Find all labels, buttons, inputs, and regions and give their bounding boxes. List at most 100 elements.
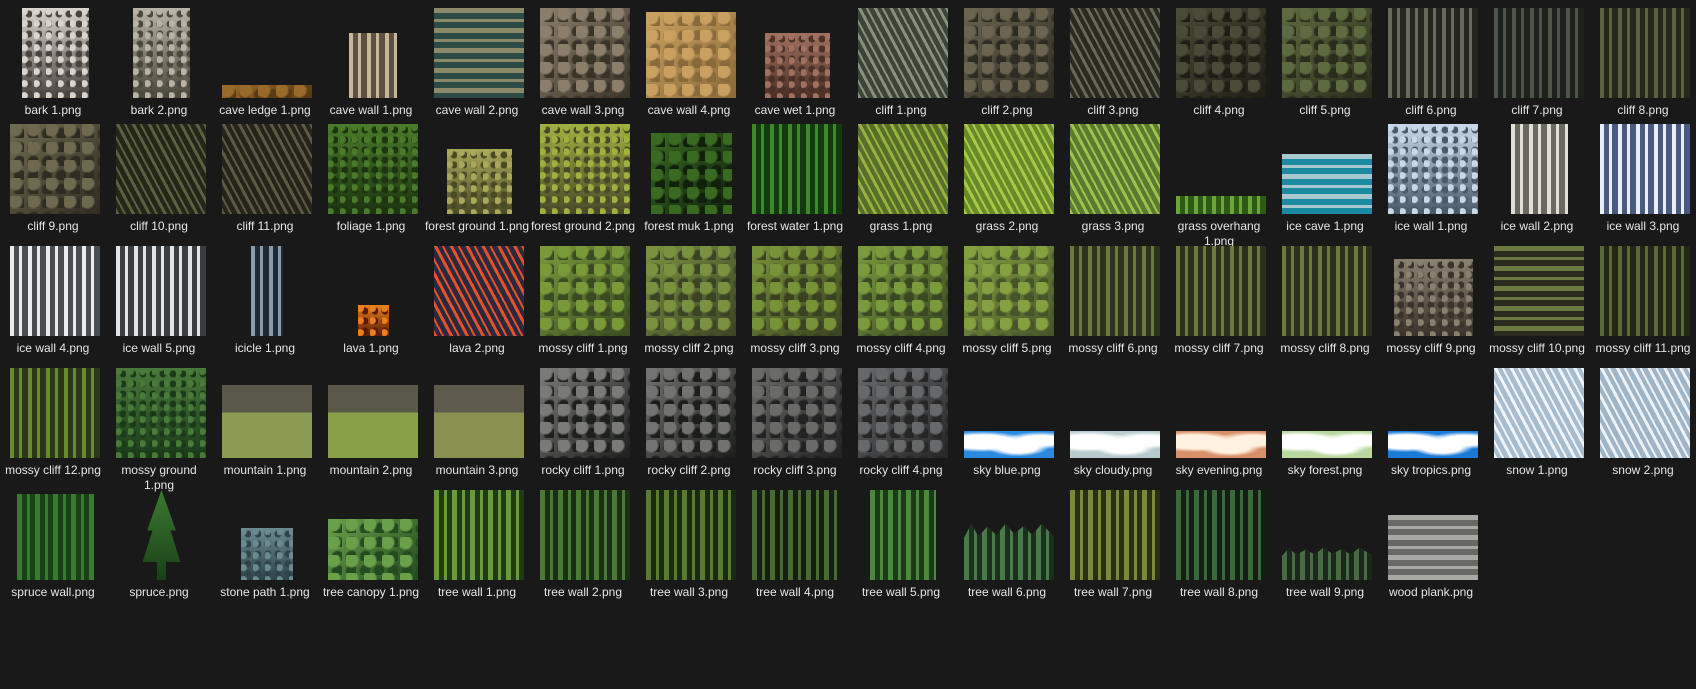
file-item[interactable]: grass 3.png bbox=[1060, 124, 1166, 248]
file-name-label: tree wall 9.png bbox=[1285, 585, 1365, 599]
file-item[interactable]: lava 2.png bbox=[424, 246, 530, 370]
thumbnail-frame bbox=[1600, 124, 1690, 214]
file-item[interactable]: tree wall 7.png bbox=[1060, 490, 1166, 614]
file-item[interactable]: cave wall 3.png bbox=[530, 8, 636, 132]
file-item[interactable]: ice wall 1.png bbox=[1378, 124, 1484, 248]
file-item[interactable]: mossy cliff 4.png bbox=[848, 246, 954, 370]
file-item[interactable]: forest muk 1.png bbox=[636, 124, 742, 248]
file-item[interactable]: tree wall 5.png bbox=[848, 490, 954, 614]
file-item[interactable]: mossy cliff 7.png bbox=[1166, 246, 1272, 370]
file-item[interactable]: mossy ground 1.png bbox=[106, 368, 212, 492]
thumbnail-frame bbox=[646, 124, 736, 214]
file-item[interactable]: forest ground 1.png bbox=[424, 124, 530, 248]
file-item[interactable]: cliff 1.png bbox=[848, 8, 954, 132]
file-name-label: sky blue.png bbox=[973, 463, 1041, 477]
tree-texture-icon bbox=[142, 490, 181, 580]
file-item[interactable]: mossy cliff 8.png bbox=[1272, 246, 1378, 370]
file-item[interactable]: grass 2.png bbox=[954, 124, 1060, 248]
file-item[interactable]: cliff 11.png bbox=[212, 124, 318, 248]
file-item[interactable]: bark 2.png bbox=[106, 8, 212, 132]
file-item[interactable]: rocky cliff 4.png bbox=[848, 368, 954, 492]
file-item[interactable]: rocky cliff 2.png bbox=[636, 368, 742, 492]
file-item[interactable]: cave wall 1.png bbox=[318, 8, 424, 132]
file-item[interactable]: snow 1.png bbox=[1484, 368, 1590, 492]
file-item[interactable]: tree wall 1.png bbox=[424, 490, 530, 614]
file-item[interactable]: cave wall 2.png bbox=[424, 8, 530, 132]
file-item[interactable]: ice wall 4.png bbox=[0, 246, 106, 370]
file-item[interactable]: sky evening.png bbox=[1166, 368, 1272, 492]
file-item[interactable]: ice wall 3.png bbox=[1590, 124, 1696, 248]
file-item[interactable]: mossy cliff 5.png bbox=[954, 246, 1060, 370]
file-item[interactable]: mossy cliff 3.png bbox=[742, 246, 848, 370]
file-item[interactable]: bark 1.png bbox=[0, 8, 106, 132]
file-name-label: rocky cliff 3.png bbox=[753, 463, 837, 477]
file-item[interactable]: cliff 9.png bbox=[0, 124, 106, 248]
sky-texture-icon bbox=[1282, 431, 1372, 458]
file-name-label: mossy cliff 2.png bbox=[644, 341, 734, 355]
file-item[interactable]: cliff 4.png bbox=[1166, 8, 1272, 132]
file-item[interactable]: mountain 2.png bbox=[318, 368, 424, 492]
file-item[interactable]: ice cave 1.png bbox=[1272, 124, 1378, 248]
thumbnail-frame bbox=[116, 8, 206, 98]
thumbnail-frame bbox=[1494, 246, 1584, 336]
file-item[interactable]: tree wall 9.png bbox=[1272, 490, 1378, 614]
file-item[interactable]: spruce wall.png bbox=[0, 490, 106, 614]
thumbnail-frame bbox=[1070, 246, 1160, 336]
file-item[interactable]: mountain 1.png bbox=[212, 368, 318, 492]
file-item[interactable]: ice wall 2.png bbox=[1484, 124, 1590, 248]
file-item[interactable]: sky cloudy.png bbox=[1060, 368, 1166, 492]
tree-texture-icon bbox=[964, 524, 1054, 580]
file-item[interactable]: mossy cliff 12.png bbox=[0, 368, 106, 492]
file-item[interactable]: tree wall 4.png bbox=[742, 490, 848, 614]
file-item[interactable]: cave ledge 1.png bbox=[212, 8, 318, 132]
file-item[interactable]: cliff 8.png bbox=[1590, 8, 1696, 132]
file-item[interactable]: tree wall 3.png bbox=[636, 490, 742, 614]
file-item[interactable]: icicle 1.png bbox=[212, 246, 318, 370]
file-item[interactable]: mountain 3.png bbox=[424, 368, 530, 492]
file-item[interactable]: sky tropics.png bbox=[1378, 368, 1484, 492]
file-item[interactable]: mossy cliff 6.png bbox=[1060, 246, 1166, 370]
file-item[interactable]: mossy cliff 2.png bbox=[636, 246, 742, 370]
file-name-label: ice wall 2.png bbox=[1500, 219, 1574, 233]
file-item[interactable]: mossy cliff 9.png bbox=[1378, 246, 1484, 370]
file-item[interactable]: cliff 6.png bbox=[1378, 8, 1484, 132]
file-item[interactable]: grass overhang 1.png bbox=[1166, 124, 1272, 248]
file-item[interactable]: mossy cliff 10.png bbox=[1484, 246, 1590, 370]
file-item[interactable]: cliff 10.png bbox=[106, 124, 212, 248]
file-item[interactable]: lava 1.png bbox=[318, 246, 424, 370]
file-item[interactable]: cave wall 4.png bbox=[636, 8, 742, 132]
file-item[interactable]: spruce.png bbox=[106, 490, 212, 614]
file-item[interactable]: grass 1.png bbox=[848, 124, 954, 248]
file-item[interactable]: foliage 1.png bbox=[318, 124, 424, 248]
tree-texture-icon bbox=[328, 519, 418, 580]
file-item[interactable]: tree wall 8.png bbox=[1166, 490, 1272, 614]
file-item[interactable]: sky forest.png bbox=[1272, 368, 1378, 492]
snow-texture-icon bbox=[1494, 368, 1584, 458]
file-item[interactable]: rocky cliff 1.png bbox=[530, 368, 636, 492]
thumbnail-frame bbox=[646, 490, 736, 580]
file-item[interactable]: rocky cliff 3.png bbox=[742, 368, 848, 492]
file-name-label: cliff 5.png bbox=[1299, 103, 1351, 117]
file-item[interactable]: cliff 2.png bbox=[954, 8, 1060, 132]
file-item[interactable]: tree wall 2.png bbox=[530, 490, 636, 614]
thumbnail-frame bbox=[964, 490, 1054, 580]
file-item[interactable]: ice wall 5.png bbox=[106, 246, 212, 370]
file-item[interactable]: tree canopy 1.png bbox=[318, 490, 424, 614]
file-item[interactable]: mossy cliff 11.png bbox=[1590, 246, 1696, 370]
rock-texture-icon bbox=[540, 8, 630, 98]
file-item[interactable]: snow 2.png bbox=[1590, 368, 1696, 492]
file-item[interactable]: forest water 1.png bbox=[742, 124, 848, 248]
file-item[interactable]: cave wet 1.png bbox=[742, 8, 848, 132]
cliff-texture-icon bbox=[116, 124, 206, 214]
file-item[interactable]: mossy cliff 1.png bbox=[530, 246, 636, 370]
file-item[interactable]: wood plank.png bbox=[1378, 490, 1484, 614]
file-item[interactable]: cliff 5.png bbox=[1272, 8, 1378, 132]
file-item[interactable]: cliff 7.png bbox=[1484, 8, 1590, 132]
file-item[interactable]: forest ground 2.png bbox=[530, 124, 636, 248]
file-item[interactable]: sky blue.png bbox=[954, 368, 1060, 492]
thumbnail-frame bbox=[858, 246, 948, 336]
file-item[interactable]: tree wall 6.png bbox=[954, 490, 1060, 614]
file-item[interactable]: cliff 3.png bbox=[1060, 8, 1166, 132]
file-item[interactable]: stone path 1.png bbox=[212, 490, 318, 614]
file-name-label: bark 1.png bbox=[24, 103, 82, 117]
